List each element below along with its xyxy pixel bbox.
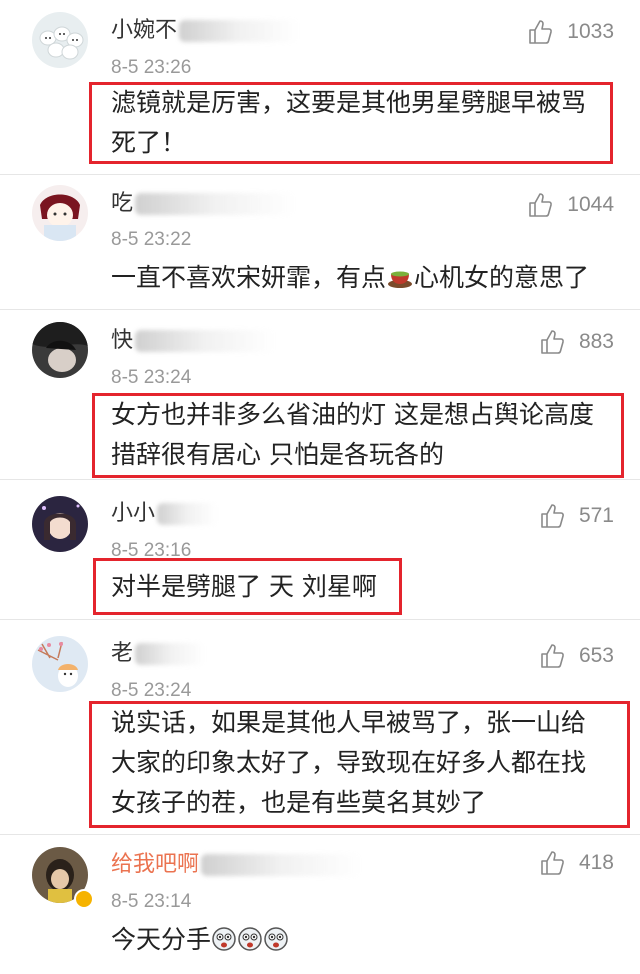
comment-item: 吃 8-5 23:22 1044 一直不喜欢宋妍霏，有点 心机女的意思了 bbox=[0, 175, 640, 310]
comment-item: 给我吧啊 8-5 23:14 418 今天分手 bbox=[0, 835, 640, 974]
avatar[interactable] bbox=[32, 185, 88, 241]
username[interactable]: 给我吧啊 bbox=[111, 851, 362, 879]
like-button[interactable]: 418 bbox=[539, 848, 614, 878]
like-button[interactable]: 571 bbox=[539, 501, 614, 531]
like-count: 571 bbox=[578, 504, 614, 527]
comment-text: 一直不喜欢宋妍霏，有点 心机女的意思了 bbox=[111, 263, 590, 292]
avatar-image-icon bbox=[32, 636, 88, 692]
username[interactable]: 快 bbox=[111, 327, 276, 355]
comment-text: 今天分手 bbox=[111, 920, 289, 960]
username[interactable]: 吃 bbox=[111, 190, 296, 218]
comment-text: 说实话，如果是其他人早被骂了，张一山给 大家的印象太好了，导致现在好多人都在找 … bbox=[111, 708, 587, 817]
blurred-username bbox=[135, 330, 276, 352]
timestamp: 8-5 23:14 bbox=[111, 891, 192, 912]
comment-item: 快 8-5 23:24 883 女方也并非多么省油的灯 这是想占舆论高度 措辞很… bbox=[0, 310, 640, 480]
avatar-image-icon bbox=[32, 185, 88, 241]
like-button[interactable]: 1033 bbox=[527, 17, 614, 47]
blurred-username bbox=[135, 193, 296, 215]
blurred-username bbox=[157, 503, 218, 525]
avatar[interactable] bbox=[32, 496, 88, 552]
like-count: 1033 bbox=[567, 20, 614, 43]
timestamp: 8-5 23:26 bbox=[111, 57, 192, 78]
username[interactable]: 老 bbox=[111, 640, 206, 668]
avatar-image-icon bbox=[32, 12, 88, 68]
like-button[interactable]: 653 bbox=[539, 641, 614, 671]
comment-item: 老 8-5 23:24 653 说实话，如果是其他人早被骂了，张一山给 大家的印… bbox=[0, 620, 640, 835]
thumbs-up-icon bbox=[529, 193, 553, 217]
like-count: 883 bbox=[578, 330, 614, 353]
like-button[interactable]: 883 bbox=[539, 327, 614, 357]
avatar[interactable] bbox=[32, 12, 88, 68]
username[interactable]: 小小 bbox=[111, 500, 218, 528]
blurred-username bbox=[201, 854, 362, 876]
thumbs-up-icon bbox=[541, 851, 564, 875]
username[interactable]: 小婉不 bbox=[111, 17, 300, 45]
avatar[interactable] bbox=[32, 636, 88, 692]
timestamp: 8-5 23:24 bbox=[111, 680, 192, 701]
thumbs-up-icon bbox=[529, 20, 553, 44]
thumbs-up-icon bbox=[541, 330, 564, 354]
timestamp: 8-5 23:24 bbox=[111, 367, 192, 388]
blurred-username bbox=[135, 643, 206, 665]
thumbs-up-icon bbox=[541, 644, 564, 668]
like-count: 653 bbox=[578, 644, 614, 667]
like-count: 418 bbox=[578, 851, 614, 874]
comment-text: 女方也并非多么省油的灯 这是想占舆论高度 措辞很有居心 只怕是各玩各的 bbox=[111, 400, 594, 469]
timestamp: 8-5 23:22 bbox=[111, 229, 192, 250]
tea-cup-icon bbox=[388, 271, 413, 288]
vip-badge-icon bbox=[74, 889, 94, 909]
shocked-face-icon bbox=[211, 926, 289, 952]
avatar-image-icon bbox=[32, 322, 88, 378]
like-button[interactable]: 1044 bbox=[527, 190, 614, 220]
like-count: 1044 bbox=[567, 193, 614, 216]
comment-item: 小婉不 8-5 23:26 1033 滤镜就是厉害，这要是其他男星劈腿早被骂 死… bbox=[0, 0, 640, 175]
thumbs-up-icon bbox=[541, 504, 564, 528]
comment-text: 对半是劈腿了 天 刘星啊 bbox=[111, 572, 377, 601]
comment-item: 小小 8-5 23:16 571 对半是劈腿了 天 刘星啊 bbox=[0, 480, 640, 620]
avatar[interactable] bbox=[32, 322, 88, 378]
avatar-image-icon bbox=[32, 496, 88, 552]
comment-text: 滤镜就是厉害，这要是其他男星劈腿早被骂 死了！ bbox=[111, 88, 587, 157]
blurred-username bbox=[179, 20, 300, 42]
